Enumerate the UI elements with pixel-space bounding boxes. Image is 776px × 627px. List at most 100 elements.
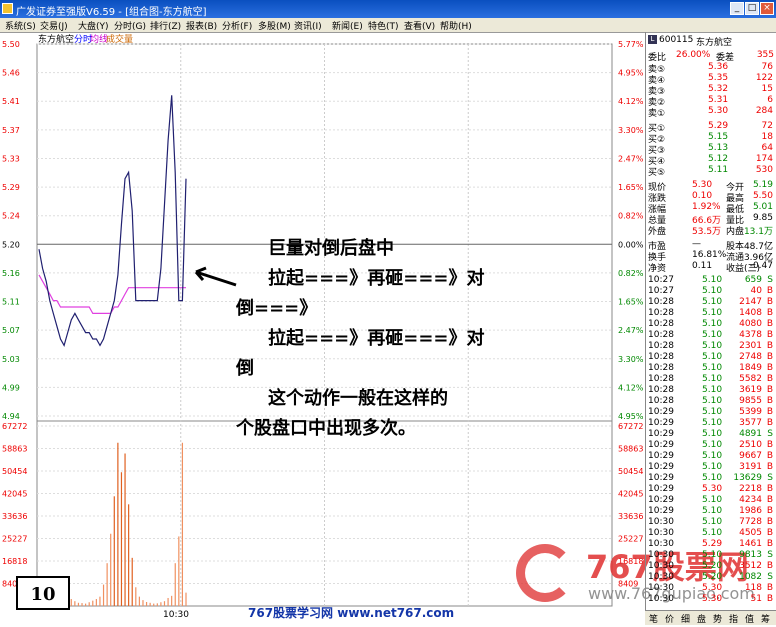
pct-tick-label: 0.00% [618, 240, 644, 249]
tick-price: 5.30 [702, 484, 723, 494]
tick-side: B [766, 363, 773, 373]
tick-row: 10:29 5.30 2218 B [646, 484, 776, 495]
tick-time: 10:29 [648, 440, 674, 450]
price-tick-label: 5.11 [2, 298, 20, 307]
menu-view[interactable]: 查看(V) [404, 19, 435, 32]
price-tick-label: 5.37 [2, 126, 20, 135]
quote-tab[interactable]: 值 [745, 612, 754, 625]
window-title: 广发证券至强版V6.59 - [组合图-东方航空] [16, 7, 207, 18]
tick-time: 10:28 [648, 341, 674, 351]
tick-volume: 118 [744, 583, 762, 593]
tick-row: 10:29 5.10 4891 S [646, 429, 776, 440]
tick-row: 10:30 5.30 118 B [646, 583, 776, 594]
menu-analysis[interactable]: 分析(F) [222, 19, 252, 32]
tick-side: B [766, 517, 773, 527]
quote-tab[interactable]: 笔 [649, 612, 658, 625]
tick-volume: 2147 [739, 297, 762, 307]
tick-volume: 4234 [739, 495, 762, 505]
annotation-line: 拉起===》再砸===》对 [268, 328, 485, 349]
quote-tab[interactable]: 盘 [697, 612, 706, 625]
menu-intraday[interactable]: 分时(G) [114, 19, 146, 32]
bid-volume: 64 [761, 143, 773, 153]
annotation-line: 倒===》 [236, 298, 318, 319]
stat-row: 涨跌 0.10 最高 5.50 [646, 191, 776, 204]
pct-tick-label: 0.82% [618, 212, 644, 221]
stat-value: 5.01 [752, 202, 773, 212]
pct-tick-label: 4.95% [618, 412, 644, 421]
tick-time: 10:30 [648, 539, 674, 549]
ask-row: 卖② 5.31 6 [646, 95, 776, 108]
pct-tick-label: 5.77% [618, 40, 644, 49]
tick-side: B [766, 396, 773, 406]
stat-label: 外盘 [648, 227, 667, 237]
tick-volume: 9667 [739, 451, 762, 461]
close-button[interactable]: × [760, 2, 774, 15]
tick-time: 10:29 [648, 462, 674, 472]
menu-multi[interactable]: 多股(M) [258, 19, 291, 32]
quote-tab[interactable]: 筹 [761, 612, 770, 625]
stat-value: 1.92% [692, 202, 721, 212]
minimize-button[interactable]: _ [730, 2, 744, 15]
quote-tab[interactable]: 势 [713, 612, 722, 625]
ask-label: 卖① [648, 109, 666, 119]
menu-market[interactable]: 大盘(Y) [78, 19, 109, 32]
tick-price: 5.10 [702, 550, 723, 560]
bid-row: 买② 5.15 18 [646, 132, 776, 145]
tick-side: B [766, 319, 773, 329]
tick-volume: 2510 [739, 440, 762, 450]
menu-info[interactable]: 资讯(I) [294, 19, 322, 32]
pct-tick-label: 0.82% [618, 269, 644, 278]
menu-trade[interactable]: 交易(J) [40, 19, 68, 32]
ask-price: 5.35 [708, 73, 729, 83]
price-tick-label: 5.24 [2, 212, 20, 221]
price-tick-label: 5.41 [2, 97, 20, 106]
volume-tick-label: 58863 [2, 445, 27, 454]
tick-side: B [766, 594, 773, 604]
tick-volume: 4505 [739, 528, 762, 538]
tick-side: S [767, 550, 773, 560]
tick-row: 10:29 5.10 1986 B [646, 506, 776, 517]
tick-price: 5.10 [702, 429, 723, 439]
price-tick-label: 5.46 [2, 69, 20, 78]
weibi-value: 26.00% [676, 50, 711, 60]
stat-value: 13.1万 [743, 227, 773, 237]
tick-price: 5.30 [702, 583, 723, 593]
menu-reports[interactable]: 报表(B) [186, 19, 217, 32]
quote-tab[interactable]: 细 [681, 612, 690, 625]
fund-value: -0.47 [749, 261, 773, 271]
quote-tab[interactable]: 指 [729, 612, 738, 625]
tick-side: B [766, 352, 773, 362]
tick-row: 10:30 5.10 4505 B [646, 528, 776, 539]
stat-row: 外盘 53.5万 内盘 13.1万 [646, 224, 776, 237]
tick-volume: 1986 [739, 506, 762, 516]
tick-price: 5.10 [702, 418, 723, 428]
menu-ranking[interactable]: 排行(Z) [150, 19, 181, 32]
tick-row: 10:29 5.10 4234 B [646, 495, 776, 506]
menu-news[interactable]: 新闻(E) [332, 19, 363, 32]
menu-system[interactable]: 系统(S) [5, 19, 36, 32]
tick-row: 10:30 5.10 7728 B [646, 517, 776, 528]
tick-price: 5.10 [702, 528, 723, 538]
fund-value: 0.11 [692, 261, 713, 271]
maximize-button[interactable]: □ [745, 2, 759, 15]
fund-value: — [692, 239, 701, 249]
tick-row: 10:30 5.30 51 B [646, 594, 776, 605]
tick-price: 5.10 [702, 374, 723, 384]
tick-side: B [766, 374, 773, 384]
tick-volume: 1408 [739, 308, 762, 318]
pct-tick-label: 4.95% [618, 69, 644, 78]
stock-code: 600115 [659, 35, 694, 45]
tick-volume: 4378 [739, 330, 762, 340]
quote-tab[interactable]: 价 [665, 612, 674, 625]
annotation-line: 个股盘口中出现多次。 [236, 418, 416, 439]
menu-help[interactable]: 帮助(H) [440, 19, 472, 32]
bid-volume: 72 [761, 121, 773, 131]
tick-time: 10:29 [648, 473, 674, 483]
price-tick-label: 5.20 [2, 240, 20, 249]
price-tick-label: 5.50 [2, 40, 20, 49]
watermark-logo-icon [516, 544, 574, 602]
tick-row: 10:30 5.29 1461 B [646, 539, 776, 550]
stock-name: 东方航空 [696, 38, 733, 48]
menu-special[interactable]: 特色(T) [368, 19, 399, 32]
tick-time: 10:30 [648, 594, 674, 604]
